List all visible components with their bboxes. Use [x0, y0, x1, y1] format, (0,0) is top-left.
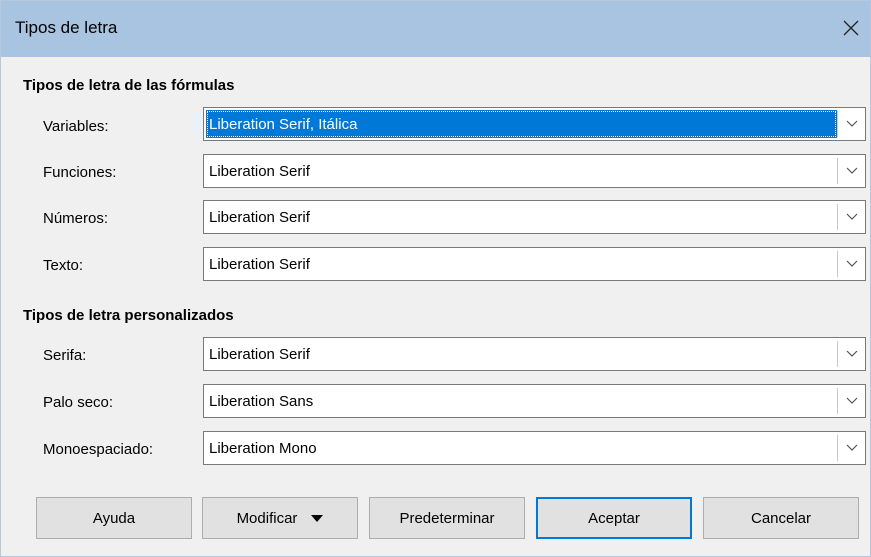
functions-label: Funciones:: [43, 164, 117, 181]
cancel-button-label: Cancelar: [750, 509, 812, 527]
text-dropdown-button[interactable]: [838, 248, 865, 280]
numbers-label: Números:: [43, 210, 109, 227]
serif-label: Serifa:: [43, 347, 87, 364]
triangle-down-icon: [311, 514, 324, 522]
chevron-down-icon: [846, 213, 857, 220]
numbers-font-value: Liberation Serif: [209, 208, 310, 226]
chevron-down-icon: [846, 397, 857, 404]
variables-font-select[interactable]: Liberation Serif, Itálica: [203, 107, 866, 141]
cancel-button[interactable]: Cancelar: [703, 497, 859, 539]
sans-font-value: Liberation Sans: [209, 392, 314, 410]
close-button[interactable]: [834, 11, 868, 45]
mono-font-select[interactable]: Liberation Mono: [203, 431, 866, 465]
mono-font-value: Liberation Mono: [209, 439, 317, 457]
custom-fonts-heading: Tipos de letra personalizados: [23, 307, 234, 324]
help-button[interactable]: Ayuda: [36, 497, 192, 539]
ok-button-label: Aceptar: [588, 509, 640, 527]
formula-fonts-heading: Tipos de letra de las fórmulas: [23, 77, 235, 94]
text-font-value: Liberation Serif: [209, 255, 310, 273]
default-button[interactable]: Predeterminar: [369, 497, 525, 539]
title-bar: Tipos de letra: [1, 1, 870, 57]
chevron-down-icon: [846, 350, 857, 357]
variables-font-value: Liberation Serif, Itálica: [206, 110, 837, 138]
text-font-select[interactable]: Liberation Serif: [203, 247, 866, 281]
chevron-down-icon: [846, 260, 857, 267]
dialog-title: Tipos de letra: [15, 18, 118, 37]
sans-label: Palo seco:: [43, 394, 114, 411]
default-button-label: Predeterminar: [399, 509, 495, 527]
chevron-down-icon: [846, 120, 857, 127]
mono-label: Monoespaciado:: [43, 441, 154, 458]
help-button-label: Ayuda: [92, 509, 136, 527]
variables-dropdown-button[interactable]: [838, 108, 865, 140]
sans-font-select[interactable]: Liberation Sans: [203, 384, 866, 418]
functions-dropdown-button[interactable]: [838, 155, 865, 187]
functions-font-value: Liberation Serif: [209, 162, 310, 180]
chevron-down-icon: [846, 167, 857, 174]
modify-button-label: Modificar: [236, 509, 298, 527]
serif-font-select[interactable]: Liberation Serif: [203, 337, 866, 371]
text-label: Texto:: [43, 257, 84, 274]
functions-font-select[interactable]: Liberation Serif: [203, 154, 866, 188]
chevron-down-icon: [846, 444, 857, 451]
numbers-dropdown-button[interactable]: [838, 201, 865, 233]
sans-dropdown-button[interactable]: [838, 385, 865, 417]
modify-button[interactable]: Modificar: [202, 497, 358, 539]
serif-font-value: Liberation Serif: [209, 345, 310, 363]
ok-button[interactable]: Aceptar: [536, 497, 692, 539]
numbers-font-select[interactable]: Liberation Serif: [203, 200, 866, 234]
variables-label: Variables:: [43, 118, 109, 135]
serif-dropdown-button[interactable]: [838, 338, 865, 370]
fonts-dialog: Tipos de letra Tipos de letra de las fór…: [0, 0, 871, 557]
mono-dropdown-button[interactable]: [838, 432, 865, 464]
close-icon: [843, 20, 859, 36]
